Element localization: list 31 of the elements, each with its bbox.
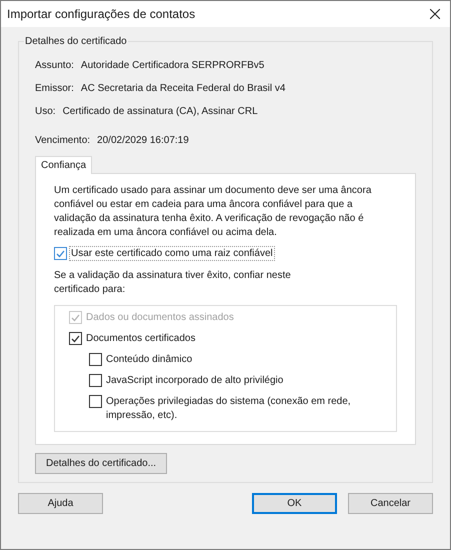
window-title: Importar configurações de contatos xyxy=(7,6,196,23)
description-text: Um certificado usado para assinar um documento deve ser uma âncora confiável ou estar em cadeia para uma âncora confiável para que a validação da assinatura tenha êxito. A verificação de revogação não é realizada em uma âncora confiável ou acima dela. xyxy=(54,184,372,240)
trust-prompt: Se a validação da assinatura tiver êxito, confiar neste certificado para: xyxy=(54,269,292,297)
tab[interactable]: Confiança xyxy=(35,156,92,174)
field-value: Certificado de assinatura (CA), Assinar CRL xyxy=(62,105,258,119)
close-icon[interactable] xyxy=(430,9,440,19)
field-label: Emissor: xyxy=(35,82,74,96)
checkbox-label: Conteúdo dinâmico xyxy=(106,353,192,367)
checkbox-label: Dados ou documentos assinados xyxy=(86,311,234,325)
certificate-details-button[interactable]: Detalhes do certificado... xyxy=(35,453,168,474)
field-value: 20/02/2029 16:07:19 xyxy=(97,134,189,148)
checkmark-icon xyxy=(71,334,80,342)
checkbox-label: Operações privilegiadas do sistema (conexão em rede, impressão, etc). xyxy=(106,395,352,423)
checkbox-label: Usar este certificado como uma raiz confiável xyxy=(69,246,275,261)
field-label: Uso: xyxy=(35,105,56,119)
field-value: Autoridade Certificadora SERPRORFBv5 xyxy=(80,59,264,73)
checkmark-icon xyxy=(56,250,65,258)
checkbox[interactable] xyxy=(89,395,102,408)
field-label: Assunto: xyxy=(35,59,74,73)
checkbox-label: Documentos certificados xyxy=(86,332,196,346)
field-value: AC Secretaria da Receita Federal do Brasil v4 xyxy=(80,82,286,96)
dialog-button[interactable]: Cancelar xyxy=(348,493,433,514)
checkbox-label: JavaScript incorporado de alto privilégio xyxy=(106,374,284,388)
checkbox[interactable] xyxy=(89,353,102,366)
dialog-button[interactable]: Ajuda xyxy=(18,493,103,514)
checkbox[interactable] xyxy=(54,247,67,260)
dialog-button[interactable]: OK xyxy=(252,493,337,514)
checkbox[interactable] xyxy=(69,332,82,345)
field-label: Vencimento: xyxy=(35,134,90,148)
checkbox[interactable] xyxy=(89,374,102,387)
checkmark-icon xyxy=(71,314,80,322)
